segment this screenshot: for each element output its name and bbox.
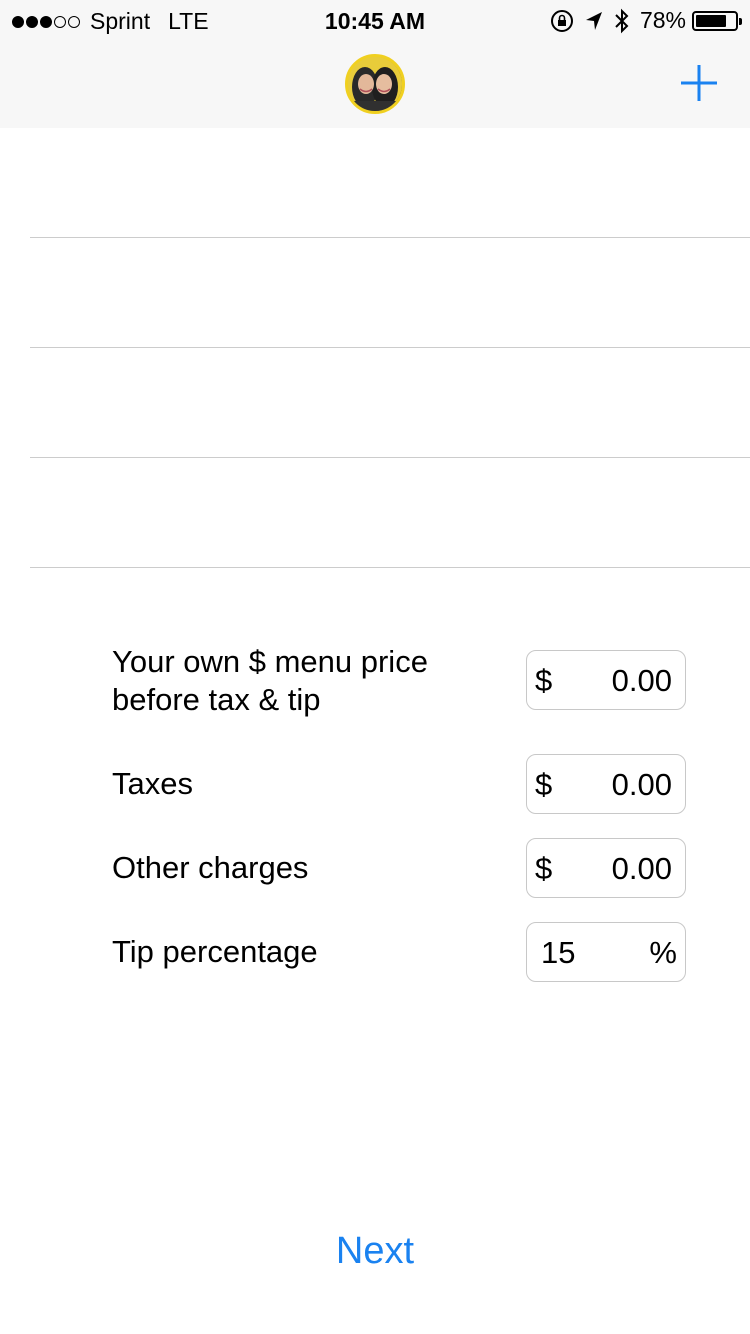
dollar-prefix: $ [535,851,553,886]
other-charges-label: Other charges [112,850,309,885]
tip-percentage-field[interactable]: 15 % [526,922,686,982]
avatar-photo [348,57,402,111]
status-right: 78% [550,7,742,34]
other-charges-value[interactable]: 0.00 [612,851,672,887]
list-separator [30,237,750,238]
location-arrow-icon [585,11,602,30]
taxes-value[interactable]: 0.00 [612,767,672,803]
orientation-lock-icon [550,9,573,32]
battery-percent: 78% [639,7,686,33]
list-separator [30,567,750,568]
dollar-prefix: $ [535,663,553,698]
nav-bar [0,40,750,128]
percent-suffix: % [649,935,677,970]
avatar[interactable] [345,54,405,114]
dollar-prefix: $ [535,767,553,802]
menu-price-label: Your own $ menu price before tax & tip [112,644,428,717]
battery-fill [696,14,726,27]
next-button[interactable]: Next [0,1230,750,1273]
plus-icon [681,65,717,101]
tip-percentage-value[interactable]: 15 [541,935,575,971]
tip-percentage-label: Tip percentage [112,934,318,969]
taxes-field[interactable]: $ 0.00 [526,754,686,814]
list-separator [30,457,750,458]
menu-price-field[interactable]: $ 0.00 [526,650,686,710]
taxes-label: Taxes [112,766,193,801]
battery-cap [739,17,742,25]
bluetooth-icon [615,8,629,33]
add-button[interactable] [678,62,720,104]
menu-price-value[interactable]: 0.00 [612,663,672,699]
battery-icon [692,10,742,31]
list-separator [30,347,750,348]
status-bar: Sprint LTE 10:45 AM 78% [0,0,750,40]
other-charges-field[interactable]: $ 0.00 [526,838,686,898]
